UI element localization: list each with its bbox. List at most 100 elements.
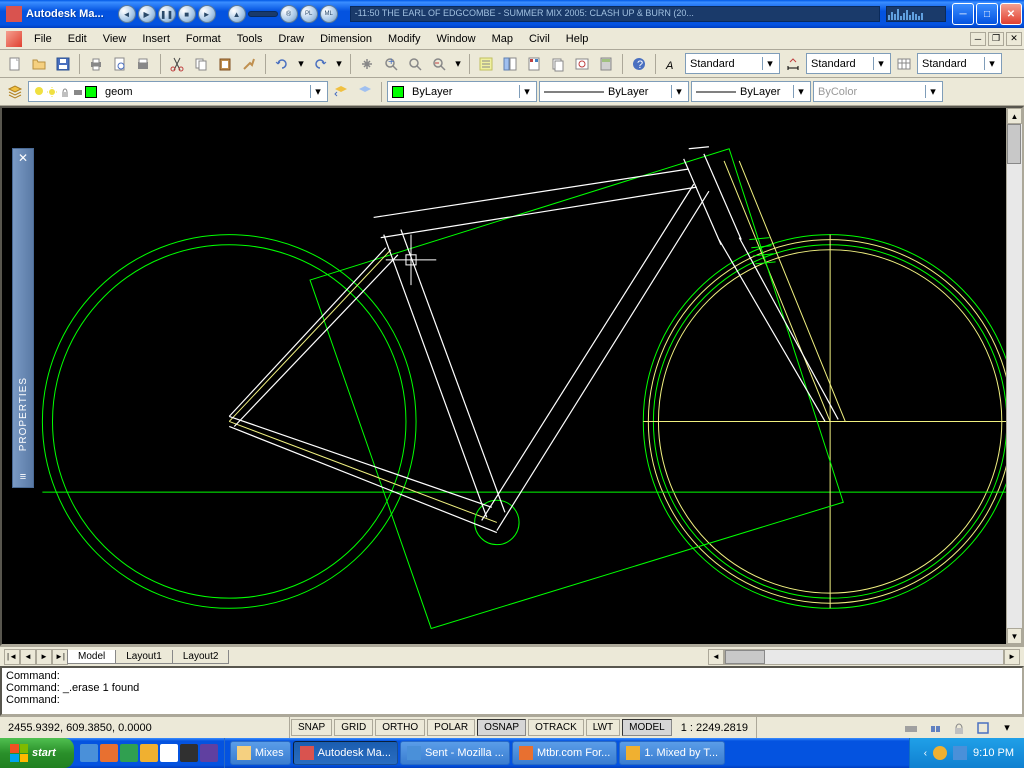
lineweight-dropdown[interactable]: ByLayer ▾ <box>691 81 811 102</box>
menu-map[interactable]: Map <box>484 30 521 48</box>
print-icon[interactable] <box>85 53 107 75</box>
menu-modify[interactable]: Modify <box>380 30 428 48</box>
cut-icon[interactable] <box>166 53 188 75</box>
mdi-close[interactable]: ✕ <box>1006 32 1022 46</box>
horizontal-scrollbar[interactable]: ◄ ► <box>708 649 1020 665</box>
menu-format[interactable]: Format <box>178 30 229 48</box>
textstyle-dropdown[interactable]: Standard▾ <box>685 53 780 74</box>
ql-desktop-icon[interactable] <box>160 744 178 762</box>
status-tray-icon[interactable]: ▾ <box>996 717 1018 739</box>
ql-winamp-icon[interactable] <box>140 744 158 762</box>
maximize-button[interactable]: □ <box>976 3 998 25</box>
menu-insert[interactable]: Insert <box>134 30 178 48</box>
properties-panel[interactable]: ✕ PROPERTIES ≡ <box>12 148 34 488</box>
ql-firefox-icon[interactable] <box>100 744 118 762</box>
minimize-button[interactable]: ─ <box>952 3 974 25</box>
redo-dropdown-icon[interactable]: ▾ <box>333 53 345 75</box>
scroll-up-icon[interactable]: ▲ <box>1007 108 1022 124</box>
scroll-left-icon[interactable]: ◄ <box>708 649 724 665</box>
ql-app-icon[interactable] <box>120 744 138 762</box>
publish-icon[interactable] <box>133 53 155 75</box>
tab-last-icon[interactable]: ►| <box>52 649 68 665</box>
snap-toggle[interactable]: SNAP <box>291 719 332 736</box>
scroll-right-icon[interactable]: ► <box>1004 649 1020 665</box>
media-prev-icon[interactable]: ◄ <box>118 5 136 23</box>
tray-icon-2[interactable] <box>953 746 967 760</box>
mdi-minimize[interactable]: ─ <box>970 32 986 46</box>
menu-file[interactable]: File <box>26 30 60 48</box>
match-icon[interactable] <box>238 53 260 75</box>
layer-prev-icon[interactable] <box>330 81 352 103</box>
pan-icon[interactable] <box>356 53 378 75</box>
markup-icon[interactable] <box>571 53 593 75</box>
model-toggle[interactable]: MODEL <box>622 719 672 736</box>
media-play-icon[interactable]: ▶ <box>138 5 156 23</box>
volume-slider[interactable] <box>248 11 278 17</box>
redo-icon[interactable] <box>309 53 331 75</box>
ql-app2-icon[interactable] <box>200 744 218 762</box>
osnap-toggle[interactable]: OSNAP <box>477 719 526 736</box>
grid-toggle[interactable]: GRID <box>334 719 373 736</box>
undo-dropdown-icon[interactable]: ▾ <box>295 53 307 75</box>
media-next-icon[interactable]: ► <box>198 5 216 23</box>
media-open-icon[interactable]: ▲ <box>228 5 246 23</box>
lwt-toggle[interactable]: LWT <box>586 719 620 736</box>
ortho-toggle[interactable]: ORTHO <box>375 719 425 736</box>
linetype-dropdown[interactable]: ByLayer ▾ <box>539 81 689 102</box>
menu-draw[interactable]: Draw <box>270 30 312 48</box>
vscroll-thumb[interactable] <box>1007 124 1021 164</box>
taskbar-task[interactable]: Mtbr.com For... <box>512 741 617 765</box>
undo-icon[interactable] <box>271 53 293 75</box>
media-r-btn[interactable]: ® <box>280 5 298 23</box>
menu-civil[interactable]: Civil <box>521 30 558 48</box>
menu-tools[interactable]: Tools <box>229 30 271 48</box>
ql-cmd-icon[interactable] <box>180 744 198 762</box>
clock[interactable]: 9:10 PM <box>973 747 1014 759</box>
tablestyle-dropdown[interactable]: Standard▾ <box>917 53 1002 74</box>
status-max-icon[interactable] <box>972 717 994 739</box>
vertical-scrollbar[interactable]: ▲ ▼ <box>1006 108 1022 644</box>
zoom-prev-icon[interactable] <box>428 53 450 75</box>
taskbar-task[interactable]: Autodesk Ma... <box>293 741 398 765</box>
tab-layout2[interactable]: Layout2 <box>172 650 230 664</box>
media-pause-icon[interactable]: ❚❚ <box>158 5 176 23</box>
panel-close-icon[interactable]: ✕ <box>14 151 32 169</box>
menu-help[interactable]: Help <box>558 30 597 48</box>
close-button[interactable]: ✕ <box>1000 3 1022 25</box>
tab-next-icon[interactable]: ► <box>36 649 52 665</box>
menu-edit[interactable]: Edit <box>60 30 95 48</box>
plotstyle-dropdown[interactable]: ByColor ▾ <box>813 81 943 102</box>
tab-prev-icon[interactable]: ◄ <box>20 649 36 665</box>
toolpalette-icon[interactable] <box>523 53 545 75</box>
tray-icon-1[interactable] <box>933 746 947 760</box>
zoom-rt-icon[interactable]: + <box>380 53 402 75</box>
preview-icon[interactable] <box>109 53 131 75</box>
hscroll-thumb[interactable] <box>725 650 765 664</box>
mdi-restore[interactable]: ❐ <box>988 32 1004 46</box>
polar-toggle[interactable]: POLAR <box>427 719 475 736</box>
tray-expand-icon[interactable]: ‹ <box>924 748 927 759</box>
tab-model[interactable]: Model <box>67 650 116 664</box>
taskbar-task[interactable]: Mixes <box>230 741 291 765</box>
drawing-canvas[interactable]: ✕ PROPERTIES ≡ ▲ ▼ <box>0 106 1024 646</box>
status-lock-icon[interactable] <box>948 717 970 739</box>
media-stop-icon[interactable]: ■ <box>178 5 196 23</box>
tab-first-icon[interactable]: |◄ <box>4 649 20 665</box>
designcenter-icon[interactable] <box>499 53 521 75</box>
dimstyle-dropdown[interactable]: Standard▾ <box>806 53 891 74</box>
dimstyle-icon[interactable] <box>782 53 804 75</box>
sheetset-icon[interactable] <box>547 53 569 75</box>
scroll-down-icon[interactable]: ▼ <box>1007 628 1022 644</box>
command-prompt[interactable]: Command: <box>6 694 1018 706</box>
taskbar-task[interactable]: Sent - Mozilla ... <box>400 741 510 765</box>
properties-icon[interactable] <box>475 53 497 75</box>
status-icon-2[interactable] <box>924 717 946 739</box>
start-button[interactable]: start <box>0 738 74 768</box>
command-window[interactable]: Command: Command: _.erase 1 found Comman… <box>0 666 1024 716</box>
menu-dimension[interactable]: Dimension <box>312 30 380 48</box>
menu-window[interactable]: Window <box>428 30 483 48</box>
media-pl-btn[interactable]: PL <box>300 5 318 23</box>
paste-icon[interactable] <box>214 53 236 75</box>
otrack-toggle[interactable]: OTRACK <box>528 719 584 736</box>
layer-dropdown[interactable]: geom ▾ <box>28 81 328 102</box>
